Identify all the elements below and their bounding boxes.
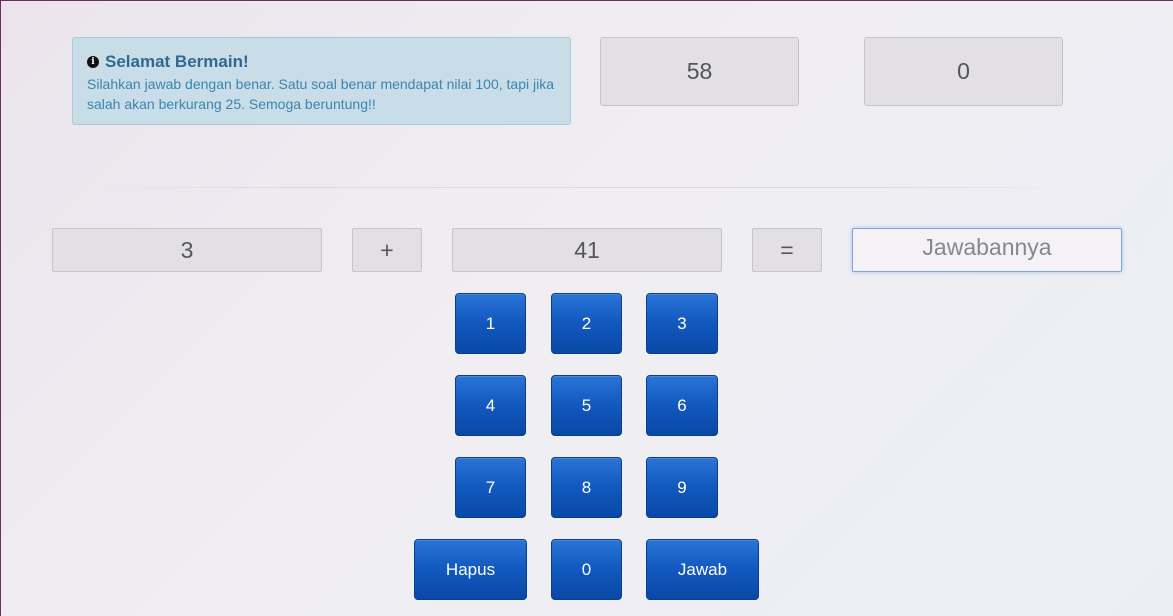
key-7[interactable]: 7 xyxy=(455,457,526,518)
info-icon: i xyxy=(87,56,99,68)
welcome-alert: i Selamat Bermain! Silahkan jawab dengan… xyxy=(72,37,571,125)
submit-button[interactable]: Jawab xyxy=(646,539,759,600)
key-3[interactable]: 3 xyxy=(646,293,718,354)
key-6[interactable]: 6 xyxy=(646,375,718,436)
alert-title-row: i Selamat Bermain! xyxy=(87,52,556,72)
divider xyxy=(91,187,1081,188)
key-0[interactable]: 0 xyxy=(551,539,622,600)
key-5[interactable]: 5 xyxy=(551,375,622,436)
delete-button[interactable]: Hapus xyxy=(414,539,527,600)
answer-input[interactable] xyxy=(852,228,1122,272)
equals-sign: = xyxy=(752,228,822,272)
alert-message: Silahkan jawab dengan benar. Satu soal b… xyxy=(87,76,554,112)
operand-2: 41 xyxy=(452,228,722,272)
key-1[interactable]: 1 xyxy=(455,293,526,354)
operator: + xyxy=(352,228,422,272)
operand-1: 3 xyxy=(52,228,322,272)
key-9[interactable]: 9 xyxy=(646,457,718,518)
timer-display: 58 xyxy=(600,37,799,106)
key-2[interactable]: 2 xyxy=(551,293,622,354)
alert-title: Selamat Bermain! xyxy=(105,52,249,71)
key-8[interactable]: 8 xyxy=(551,457,622,518)
key-4[interactable]: 4 xyxy=(455,375,526,436)
score-display: 0 xyxy=(864,37,1063,106)
